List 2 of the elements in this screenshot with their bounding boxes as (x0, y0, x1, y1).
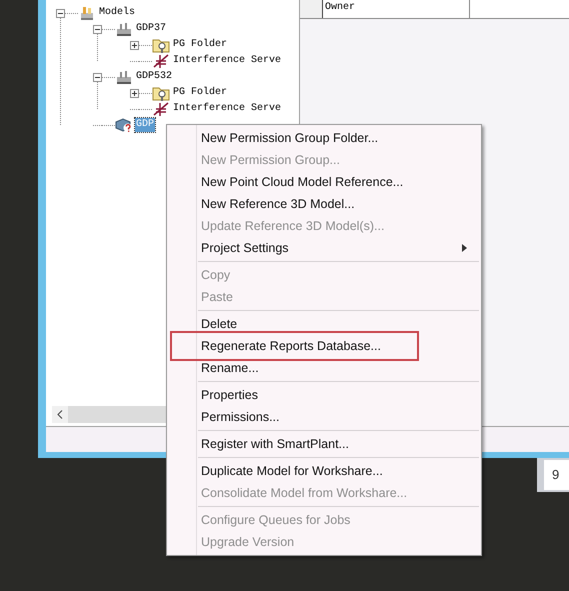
window-text: 9 (552, 466, 560, 484)
property-name: Owner (323, 0, 470, 18)
